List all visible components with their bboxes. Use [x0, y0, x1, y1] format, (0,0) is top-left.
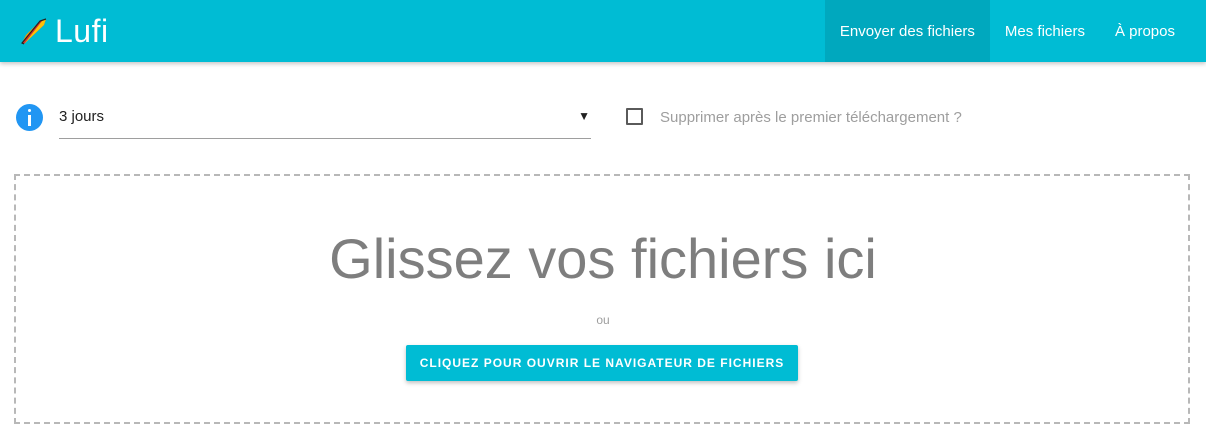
main-nav: Envoyer des fichiers Mes fichiers À prop…	[824, 0, 1190, 62]
info-icon[interactable]	[16, 104, 43, 131]
top-navbar: Lufi Envoyer des fichiers Mes fichiers À…	[0, 0, 1206, 62]
dropzone-or-text: ou	[596, 313, 610, 327]
delete-after-download-checkbox[interactable]	[626, 108, 643, 125]
brand-link[interactable]: Lufi	[20, 0, 109, 62]
nav-a-propos[interactable]: À propos	[1100, 0, 1190, 62]
file-dropzone[interactable]	[14, 174, 1190, 424]
nav-mes-fichiers[interactable]: Mes fichiers	[990, 0, 1100, 62]
nav-envoyer-fichiers[interactable]: Envoyer des fichiers	[824, 0, 990, 62]
delay-select[interactable]: 3 jours ▼	[59, 100, 591, 139]
dropzone-title: Glissez vos fichiers ici	[329, 227, 877, 290]
delete-after-download-label[interactable]: Supprimer après le premier téléchargemen…	[660, 109, 962, 126]
open-file-browser-button[interactable]: CLIQUEZ POUR OUVRIR LE NAVIGATEUR DE FIC…	[406, 345, 798, 381]
delay-select-value: 3 jours	[59, 108, 105, 125]
brand-name: Lufi	[55, 12, 109, 49]
caret-down-icon: ▼	[578, 109, 590, 123]
lufi-logo-icon	[21, 18, 47, 45]
